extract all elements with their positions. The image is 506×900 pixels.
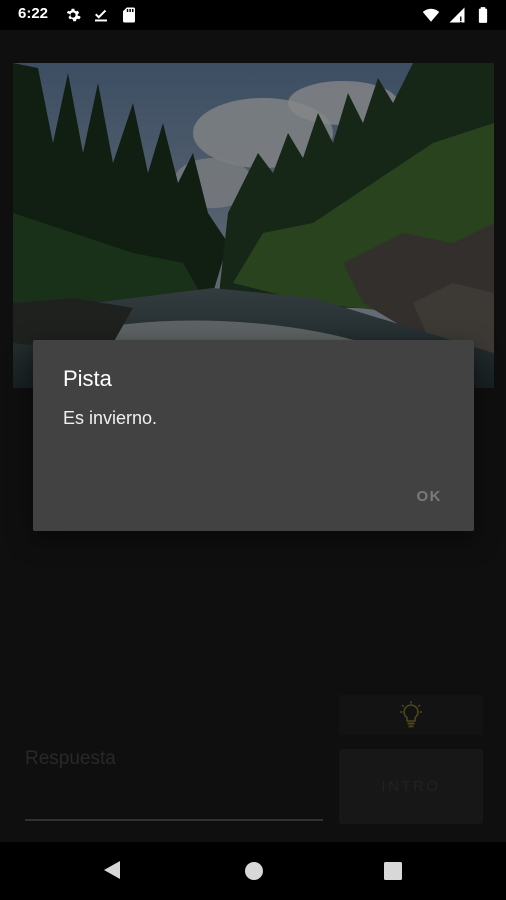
hint-dialog: Pista Es invierno. OK [33, 340, 474, 531]
wifi-icon [422, 8, 440, 22]
status-bar: 6:22 [0, 0, 506, 30]
back-icon[interactable] [101, 859, 123, 881]
download-done-icon [95, 9, 107, 22]
dialog-message: Es invierno. [63, 408, 158, 428]
status-time: 6:22 [18, 5, 49, 22]
dialog-title: Pista [63, 366, 112, 391]
navigation-bar [0, 842, 506, 900]
home-icon[interactable] [244, 861, 264, 881]
dialog-ok-button[interactable]: OK [417, 488, 443, 505]
status-notification-icons [64, 6, 138, 24]
sd-card-icon [123, 7, 135, 23]
status-system-icons [422, 6, 492, 24]
recents-icon[interactable] [384, 862, 402, 880]
battery-icon [478, 7, 488, 23]
cell-signal-icon [449, 7, 465, 23]
settings-icon [66, 8, 81, 22]
